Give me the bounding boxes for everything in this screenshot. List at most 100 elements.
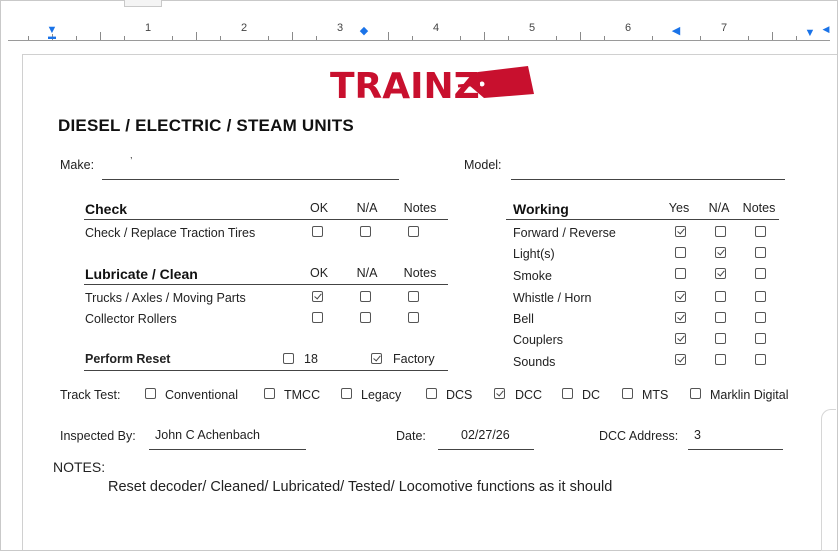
checkbox-lights-notes[interactable]	[755, 247, 766, 258]
tab-stop-marker[interactable]: ◀	[672, 26, 680, 37]
model-label: Model:	[464, 158, 502, 172]
trainz-logo: TRAINZ	[330, 66, 534, 102]
checkbox-sounds-yes[interactable]	[675, 354, 686, 365]
checkbox-whistle-yes[interactable]	[675, 291, 686, 302]
checkbox-track-legacy[interactable]	[341, 388, 352, 399]
checkbox-bell-notes[interactable]	[755, 312, 766, 323]
track-option-tmcc: TMCC	[284, 388, 321, 402]
ruler-number: 4	[432, 22, 440, 34]
reset-rule	[84, 370, 448, 371]
lubricate-col-na: N/A	[356, 266, 378, 280]
working-col-na: N/A	[708, 201, 730, 215]
working-col-notes: Notes	[742, 201, 776, 215]
checkbox-couplers-notes[interactable]	[755, 333, 766, 344]
lubricate-item-trucks: Trucks / Axles / Moving Parts	[85, 291, 246, 305]
checkbox-track-marklin[interactable]	[690, 388, 701, 399]
working-item-lights: Light(s)	[513, 247, 555, 261]
track-option-legacy: Legacy	[361, 388, 402, 402]
checkbox-bell-na[interactable]	[715, 312, 726, 323]
track-test-label: Track Test:	[60, 388, 121, 402]
form-title: DIESEL / ELECTRIC / STEAM UNITS	[58, 116, 354, 135]
checkbox-track-mts[interactable]	[622, 388, 633, 399]
checkbox-traction-ok[interactable]	[312, 226, 323, 237]
lubricate-col-ok: OK	[309, 266, 329, 280]
checkbox-track-dcc[interactable]	[494, 388, 505, 399]
track-option-conventional: Conventional	[165, 388, 238, 402]
checkbox-couplers-yes[interactable]	[675, 333, 686, 344]
checkbox-couplers-na[interactable]	[715, 333, 726, 344]
check-item-traction-tires: Check / Replace Traction Tires	[85, 226, 256, 240]
checkbox-reset-18[interactable]	[283, 353, 294, 364]
checkbox-traction-notes[interactable]	[408, 226, 419, 237]
checkbox-traction-na[interactable]	[360, 226, 371, 237]
checkbox-trucks-ok[interactable]	[312, 291, 323, 302]
checkbox-sounds-na[interactable]	[715, 354, 726, 365]
date-label: Date:	[396, 429, 426, 443]
checkbox-track-dcs[interactable]	[426, 388, 437, 399]
logo-text: TRAINZ	[330, 66, 480, 102]
working-col-yes: Yes	[668, 201, 690, 215]
reset-option-18: 18	[304, 352, 318, 366]
checkbox-trucks-notes[interactable]	[408, 291, 419, 302]
model-underline	[511, 179, 785, 180]
checkbox-whistle-na[interactable]	[715, 291, 726, 302]
checkbox-smoke-yes[interactable]	[675, 268, 686, 279]
checkbox-lights-na[interactable]	[715, 247, 726, 258]
date-value[interactable]: 02/27/26	[461, 428, 510, 442]
checkbox-trucks-na[interactable]	[360, 291, 371, 302]
notes-label: NOTES:	[53, 459, 106, 475]
ruler-number: 6	[624, 22, 632, 34]
ruler-number: 3	[336, 22, 344, 34]
checkbox-forward-yes[interactable]	[675, 226, 686, 237]
ruler: 1 2 3 4 5 6 7 ▼ ▬ ◆ ◀ ▼ ◀	[8, 22, 830, 41]
ruler-number: 7	[720, 22, 728, 34]
checkbox-rollers-ok[interactable]	[312, 312, 323, 323]
notes-value[interactable]: Reset decoder/ Cleaned/ Lubricated/ Test…	[108, 479, 612, 495]
lubricate-heading: Lubricate / Clean	[85, 266, 198, 282]
check-col-notes: Notes	[403, 201, 437, 215]
checkbox-bell-yes[interactable]	[675, 312, 686, 323]
right-indent-marker[interactable]: ▼	[805, 28, 816, 39]
check-col-ok: OK	[309, 201, 329, 215]
working-item-bell: Bell	[513, 312, 534, 326]
make-underline	[102, 179, 399, 180]
make-value[interactable]: ,	[130, 150, 133, 160]
dcc-address-value[interactable]: 3	[694, 428, 701, 442]
checkbox-forward-na[interactable]	[715, 226, 726, 237]
window-tab-edge	[124, 0, 162, 7]
first-line-indent-marker[interactable]: ▬	[48, 31, 56, 42]
working-item-couplers: Couplers	[513, 333, 564, 347]
checkbox-smoke-na[interactable]	[715, 268, 726, 279]
tab-stop-marker[interactable]: ◆	[360, 26, 368, 37]
track-option-dcc: DCC	[515, 388, 543, 402]
ruler-end-marker[interactable]: ◀	[823, 24, 830, 35]
working-heading: Working	[513, 201, 569, 217]
track-option-marklin: Marklin Digital	[710, 388, 789, 402]
date-underline	[438, 449, 534, 450]
inspected-by-underline	[149, 449, 306, 450]
checkbox-rollers-na[interactable]	[360, 312, 371, 323]
checkbox-whistle-notes[interactable]	[755, 291, 766, 302]
inspected-by-label: Inspected By:	[60, 429, 136, 443]
checkbox-track-conventional[interactable]	[145, 388, 156, 399]
side-panel-edge	[821, 409, 836, 551]
make-label: Make:	[60, 158, 95, 172]
checkbox-track-tmcc[interactable]	[264, 388, 275, 399]
dcc-address-label: DCC Address:	[599, 429, 679, 443]
working-item-forward-reverse: Forward / Reverse	[513, 226, 616, 240]
inspected-by-value[interactable]: John C Achenbach	[155, 428, 260, 442]
working-item-whistle: Whistle / Horn	[513, 291, 592, 305]
checkbox-smoke-notes[interactable]	[755, 268, 766, 279]
checkbox-lights-yes[interactable]	[675, 247, 686, 258]
checkbox-reset-factory[interactable]	[371, 353, 382, 364]
checkbox-sounds-notes[interactable]	[755, 354, 766, 365]
checkbox-rollers-notes[interactable]	[408, 312, 419, 323]
track-option-mts: MTS	[642, 388, 669, 402]
lubricate-rule	[84, 284, 448, 285]
checkbox-forward-notes[interactable]	[755, 226, 766, 237]
working-item-smoke: Smoke	[513, 269, 552, 283]
ruler-number: 2	[240, 22, 248, 34]
ruler-number: 5	[528, 22, 536, 34]
checkbox-track-dc[interactable]	[562, 388, 573, 399]
track-option-dc: DC	[582, 388, 601, 402]
